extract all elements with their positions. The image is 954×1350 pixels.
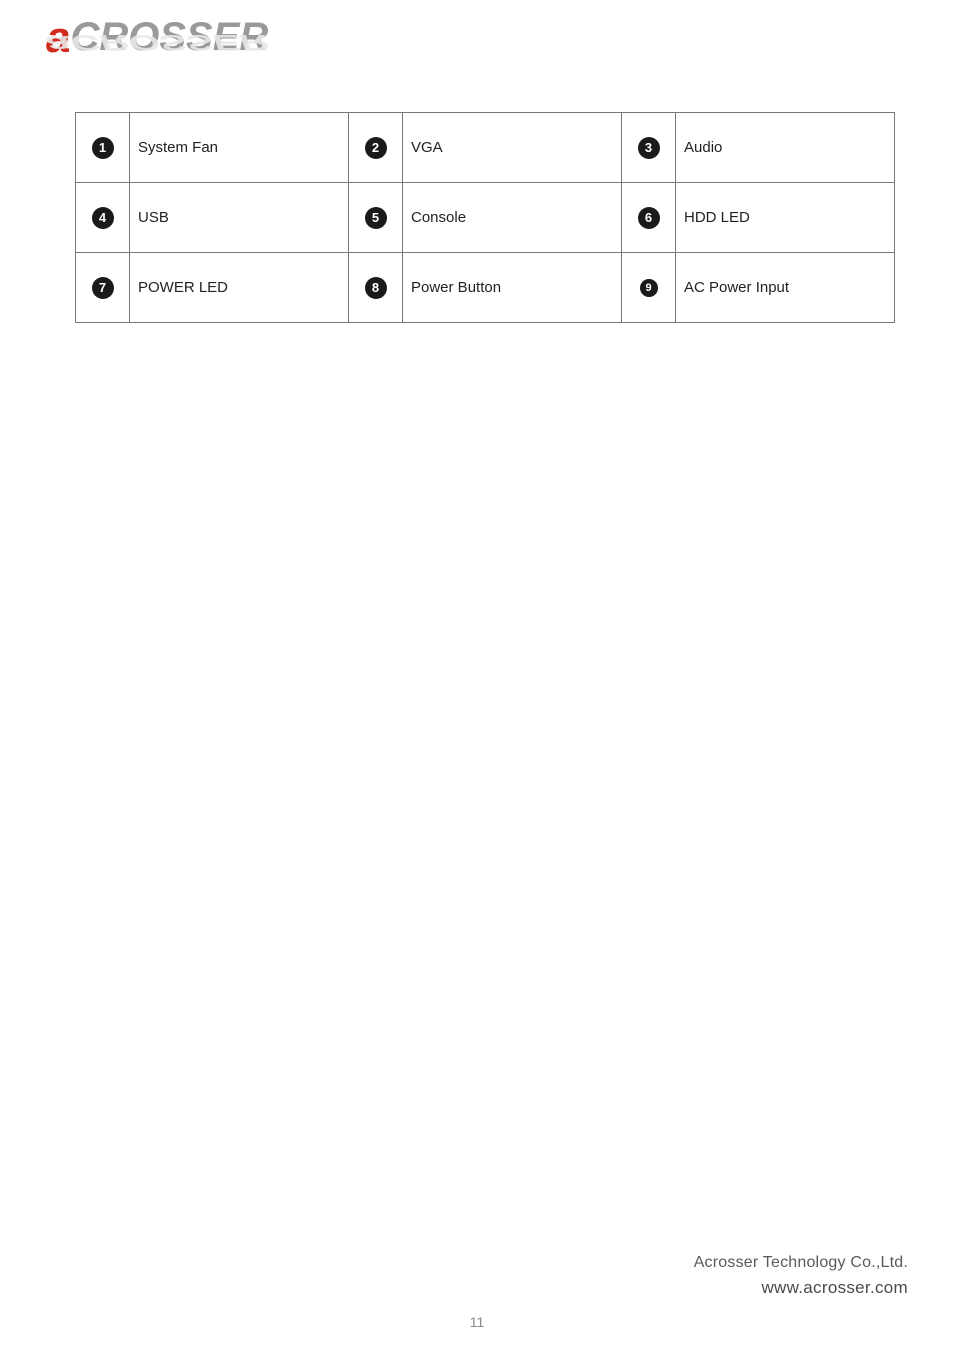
number-badge: 7 [92,277,114,299]
number-badge: 3 [638,137,660,159]
port-label: POWER LED [138,279,228,296]
table-row: 4 USB 5 Console 6 HDD LED [76,183,895,253]
cell-num: 8 [349,253,403,323]
cell-num: 4 [76,183,130,253]
cell-num: 9 [622,253,676,323]
table-row: 1 System Fan 2 VGA 3 Audio [76,113,895,183]
company-url: www.acrosser.com [694,1278,908,1298]
number-badge: 4 [92,207,114,229]
number-badge: 8 [365,277,387,299]
number-badge: 2 [365,137,387,159]
cell-num: 1 [76,113,130,183]
number-badge: 5 [365,207,387,229]
cell-label: HDD LED [676,183,895,253]
port-label: Console [411,209,466,226]
footer: Acrosser Technology Co.,Ltd. www.acrosse… [694,1254,908,1298]
cell-label: POWER LED [130,253,349,323]
port-label: VGA [411,139,443,156]
port-label: USB [138,209,169,226]
brand-logo: aCROSSER aCROSSER [46,14,304,82]
cell-label: Console [403,183,622,253]
port-label: AC Power Input [684,279,789,296]
cell-num: 6 [622,183,676,253]
cell-num: 5 [349,183,403,253]
port-label: Audio [684,139,722,156]
port-label: HDD LED [684,209,750,226]
number-badge: 1 [92,137,114,159]
ports-table: 1 System Fan 2 VGA 3 Audio 4 USB 5 Conso… [75,112,895,323]
number-badge: 6 [638,207,660,229]
cell-label: USB [130,183,349,253]
cell-label: Audio [676,113,895,183]
cell-label: System Fan [130,113,349,183]
cell-label: AC Power Input [676,253,895,323]
cell-num: 2 [349,113,403,183]
company-name: Acrosser Technology Co.,Ltd. [694,1254,908,1272]
table-row: 7 POWER LED 8 Power Button 9 AC Power In… [76,253,895,323]
page-number: 11 [470,1314,485,1330]
cell-num: 7 [76,253,130,323]
port-label: Power Button [411,279,501,296]
cell-num: 3 [622,113,676,183]
cell-label: VGA [403,113,622,183]
cell-label: Power Button [403,253,622,323]
port-label: System Fan [138,139,218,156]
logo-reflection: aCROSSER [46,31,304,55]
number-badge: 9 [640,279,658,297]
